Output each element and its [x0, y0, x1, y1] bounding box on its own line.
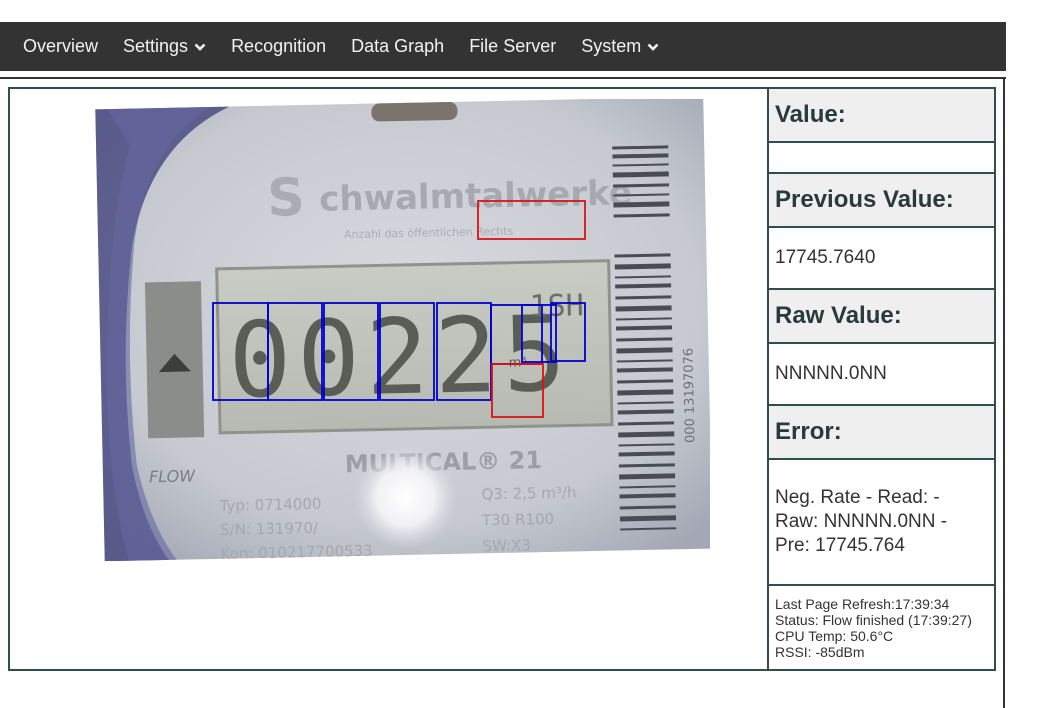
- error-field: Neg. Rate - Read: - Raw: NNNNN.0NN - Pre…: [769, 460, 994, 586]
- meter-flow-label: FLOW: [149, 466, 197, 486]
- nav-recognition-label: Recognition: [231, 36, 327, 56]
- nav-settings-label: Settings: [123, 36, 189, 56]
- previous-value-field: 17745.7640: [769, 228, 994, 290]
- status-block: Last Page Refresh:17:39:34 Status: Flow …: [769, 586, 994, 669]
- nav-file-server[interactable]: File Server: [469, 22, 581, 71]
- main-table: S chwalmtalwerke Anzahl das öffentlichen…: [8, 87, 996, 671]
- nav-system-label: System: [581, 36, 642, 56]
- nav-data-graph-label: Data Graph: [351, 36, 445, 56]
- meter-image: S chwalmtalwerke Anzahl das öffentlichen…: [94, 96, 713, 563]
- meter-spec-sn: S/N: 131970/: [220, 519, 319, 539]
- error-text: Neg. Rate - Read: - Raw: NNNNN.0NN - Pre…: [775, 487, 948, 556]
- value-header: Value:: [769, 89, 994, 143]
- nav-system[interactable]: System: [581, 22, 684, 71]
- meter-spec-kon: Kon: 010217700533: [220, 542, 372, 561]
- meter-spec-typ: Typ: 0714000: [218, 495, 321, 515]
- nav-overview-label: Overview: [23, 36, 99, 56]
- meter-brand-s: S: [267, 168, 306, 229]
- raw-value-header: Raw Value:: [769, 290, 994, 344]
- meter-spec-q3: Q3: 2,5 m³/h: [481, 483, 576, 503]
- last-refresh-text: Last Page Refresh:17:39:34: [775, 595, 950, 612]
- nav-data-graph[interactable]: Data Graph: [351, 22, 469, 71]
- nav-recognition[interactable]: Recognition: [231, 22, 351, 71]
- cpu-temp-text: CPU Temp: 50.6°C: [775, 627, 894, 644]
- meter-side-text: 000 13197076: [681, 348, 698, 443]
- value-field: [769, 143, 994, 174]
- top-navbar: Overview Settings Recognition Data Graph…: [0, 22, 1006, 71]
- chevron-down-icon: [194, 42, 206, 52]
- raw-value-field: NNNNN.0NN: [769, 344, 994, 406]
- nav-settings[interactable]: Settings: [123, 22, 231, 71]
- value-panel: Value: Previous Value: 17745.7640 Raw Va…: [769, 89, 994, 669]
- content-frame-right: [1003, 77, 1005, 708]
- nav-overview[interactable]: Overview: [0, 22, 123, 71]
- chevron-down-icon: [647, 42, 659, 52]
- content-frame-top: [0, 77, 1006, 79]
- image-cell: S chwalmtalwerke Anzahl das öffentlichen…: [10, 89, 769, 669]
- error-header: Error:: [769, 406, 994, 460]
- meter-unit: m³: [509, 355, 527, 370]
- flow-status-text: Status: Flow finished (17:39:27): [775, 611, 972, 628]
- rssi-text: RSSI: -85dBm: [775, 643, 865, 660]
- previous-value-header: Previous Value:: [769, 174, 994, 228]
- meter-spec-t30: T30 R100: [481, 510, 554, 530]
- nav-file-server-label: File Server: [469, 36, 557, 56]
- meter-spec-sw: SW:X3: [482, 536, 531, 555]
